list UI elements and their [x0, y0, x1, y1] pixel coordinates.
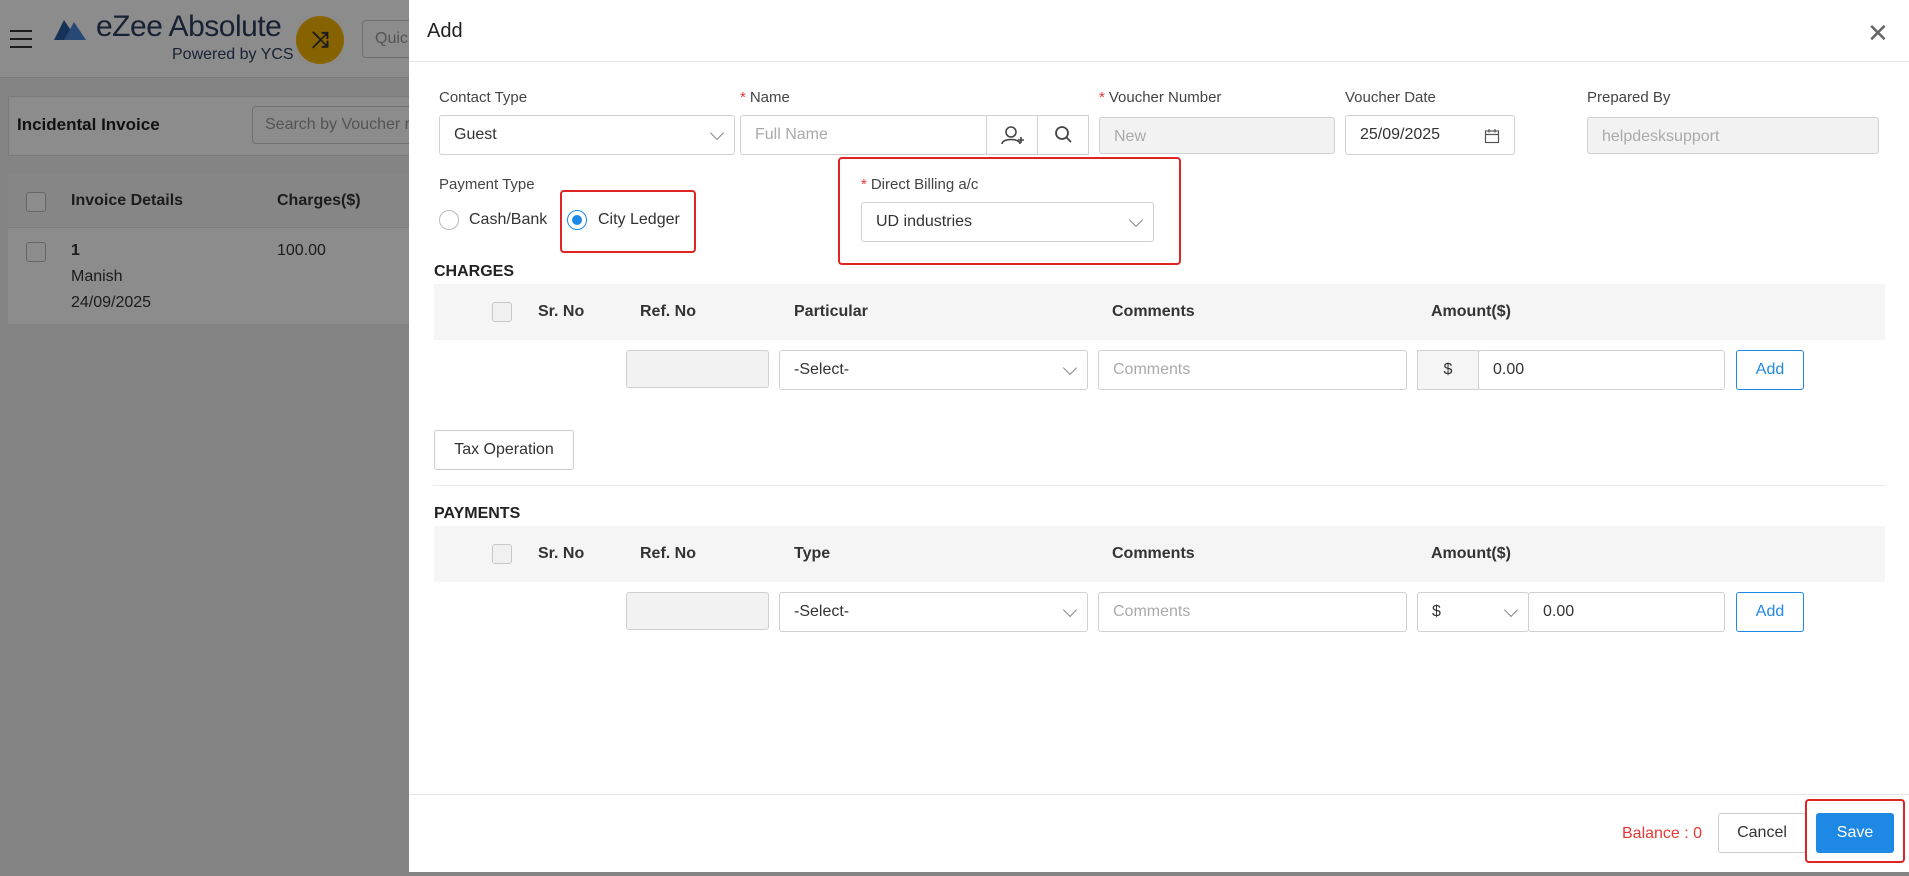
name-placeholder: Full Name	[755, 126, 828, 143]
charges-particular-value: -Select-	[794, 361, 850, 378]
charges-col-particular: Particular	[794, 303, 868, 320]
add-person-icon	[1001, 126, 1024, 145]
contact-type-value: Guest	[454, 126, 497, 143]
payments-col-refno: Ref. No	[640, 545, 696, 562]
cancel-button[interactable]: Cancel	[1718, 813, 1806, 853]
balance-text: Balance : 0	[1622, 825, 1703, 842]
direct-billing-select[interactable]: UD industries	[861, 202, 1154, 242]
name-search-button[interactable]	[1037, 115, 1089, 155]
search-icon	[1055, 126, 1072, 143]
charges-col-amount: Amount($)	[1431, 303, 1511, 320]
prepared-by-input: helpdesksupport	[1587, 117, 1879, 154]
charges-section-title: CHARGES	[434, 263, 515, 280]
add-person-button[interactable]	[986, 115, 1038, 155]
payments-col-type: Type	[794, 545, 831, 562]
charges-comments-input[interactable]: Comments	[1098, 350, 1407, 390]
chevron-down-icon	[709, 125, 725, 141]
modal-header: Add ✕	[409, 0, 1909, 62]
charges-table-header: Sr. No Ref. No Particular Comments Amoun…	[434, 284, 1885, 340]
save-button[interactable]: Save	[1816, 813, 1894, 853]
cash-bank-label[interactable]: Cash/Bank	[469, 211, 547, 229]
payments-type-value: -Select-	[794, 603, 850, 620]
payments-amount-input[interactable]: 0.00	[1528, 592, 1725, 632]
payments-section-title: PAYMENTS	[434, 505, 521, 522]
section-divider	[434, 485, 1885, 486]
charges-col-comments: Comments	[1112, 303, 1195, 320]
name-label: * Name	[740, 89, 790, 106]
chevron-down-icon	[1128, 212, 1144, 228]
charges-ref-no-input	[626, 350, 769, 388]
payment-type-label: Payment Type	[439, 176, 535, 193]
charges-select-all-checkbox[interactable]	[492, 302, 512, 322]
charges-currency-addon: $	[1417, 350, 1479, 390]
voucher-number-label: * Voucher Number	[1099, 89, 1222, 106]
payments-ref-no-input	[626, 592, 769, 630]
direct-billing-label: * Direct Billing a/c	[861, 176, 979, 193]
add-voucher-modal: Add ✕ Contact Type Guest * Name Full Name…	[409, 0, 1909, 872]
payments-col-amount: Amount($)	[1431, 545, 1511, 562]
contact-type-label: Contact Type	[439, 89, 528, 106]
modal-title: Add	[427, 20, 463, 42]
cash-bank-radio[interactable]	[439, 210, 459, 230]
voucher-date-input[interactable]: 25/09/2025	[1345, 115, 1515, 155]
payments-currency-select[interactable]: $	[1417, 592, 1529, 632]
charges-add-button[interactable]: Add	[1736, 350, 1804, 390]
city-ledger-label[interactable]: City Ledger	[598, 211, 680, 229]
tax-operation-button[interactable]: Tax Operation	[434, 430, 574, 470]
voucher-number-input[interactable]: New	[1099, 117, 1335, 154]
charges-comments-placeholder: Comments	[1113, 361, 1191, 378]
chevron-down-icon	[1062, 360, 1078, 376]
payments-col-comments: Comments	[1112, 545, 1195, 562]
payments-col-srno: Sr. No	[538, 545, 585, 562]
payments-select-all-checkbox[interactable]	[492, 544, 512, 564]
payments-comments-input[interactable]: Comments	[1098, 592, 1407, 632]
chevron-down-icon	[1503, 602, 1519, 618]
payments-comments-placeholder: Comments	[1113, 603, 1191, 620]
voucher-date-label: Voucher Date	[1345, 89, 1436, 106]
payments-add-button[interactable]: Add	[1736, 592, 1804, 632]
calendar-icon[interactable]	[1484, 128, 1500, 144]
chevron-down-icon	[1062, 602, 1078, 618]
close-icon[interactable]: ✕	[1867, 20, 1889, 46]
payments-table-header: Sr. No Ref. No Type Comments Amount($)	[434, 526, 1885, 582]
charges-particular-select[interactable]: -Select-	[779, 350, 1088, 390]
city-ledger-radio[interactable]	[567, 210, 587, 230]
charges-col-srno: Sr. No	[538, 303, 585, 320]
name-input[interactable]: Full Name	[740, 115, 987, 155]
payments-type-select[interactable]: -Select-	[779, 592, 1088, 632]
direct-billing-value: UD industries	[876, 213, 973, 230]
modal-footer: Balance : 0 Cancel Save	[409, 794, 1909, 872]
charges-amount-input[interactable]: 0.00	[1478, 350, 1725, 390]
prepared-by-label: Prepared By	[1587, 89, 1671, 106]
voucher-date-value: 25/09/2025	[1360, 126, 1441, 143]
payments-currency-value: $	[1432, 603, 1441, 620]
charges-col-refno: Ref. No	[640, 303, 696, 320]
contact-type-select[interactable]: Guest	[439, 115, 735, 155]
